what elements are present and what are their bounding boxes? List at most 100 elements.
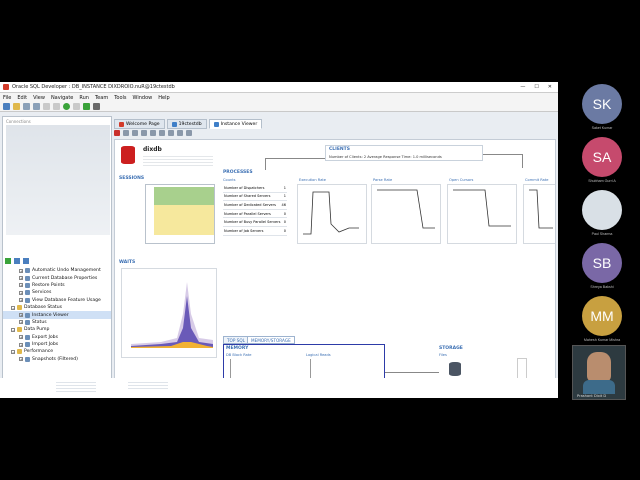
filter-icon[interactable]	[23, 258, 29, 264]
expand-icon[interactable]: +	[19, 357, 23, 362]
files-label: Files	[439, 353, 447, 357]
settings-icon[interactable]	[168, 130, 174, 136]
document-tabs: Welcome Page 19ctestdb Instance Viewer	[114, 119, 263, 129]
refresh-icon[interactable]	[14, 258, 20, 264]
expand-icon[interactable]: +	[19, 298, 23, 303]
expand-icon[interactable]: +	[19, 290, 23, 295]
tree-item[interactable]: + Restore Points	[3, 282, 111, 289]
report-list	[128, 380, 168, 390]
tab-label: Instance Viewer	[220, 121, 258, 127]
processes-section: PROCESSES Counts Execution Rate Parse Ra…	[221, 170, 555, 260]
tree-item[interactable]: + Import Jobs	[3, 341, 111, 348]
save-icon[interactable]	[23, 103, 30, 110]
expand-icon[interactable]: −	[11, 305, 15, 310]
expand-icon[interactable]: −	[11, 327, 15, 332]
process-count-label: Number of Shared Servers	[224, 194, 271, 199]
tab-memory-storage[interactable]: MEMORY/STORAGE	[247, 336, 295, 344]
expand-icon[interactable]: +	[19, 283, 23, 288]
tree-item[interactable]: − Database Status	[3, 304, 111, 311]
back-icon[interactable]	[73, 103, 80, 110]
participant-name: Mahesh Kumar Mishra	[583, 338, 621, 342]
connections-panel: Connections + Automatic Undo Management + C…	[2, 116, 112, 396]
menu-view[interactable]: View	[33, 95, 45, 101]
tree-item[interactable]: − Data Pump	[3, 326, 111, 333]
tree-item[interactable]: + Status	[3, 319, 111, 326]
datafile-icon	[449, 362, 461, 376]
menu-team[interactable]: Team	[95, 95, 108, 101]
tree-item[interactable]: + View Database Feature Usage	[3, 297, 111, 304]
menu-run[interactable]: Run	[79, 95, 89, 101]
layout-icon[interactable]	[186, 130, 192, 136]
participant-tile[interactable]: SA Shubham Gurri A	[570, 137, 634, 190]
lower-panel	[0, 378, 558, 398]
expand-icon[interactable]: +	[19, 268, 23, 273]
participant-tile[interactable]: SB Shreya Bakshi	[570, 243, 634, 296]
tab-19ctestdb[interactable]: 19ctestdb	[166, 119, 207, 129]
stop-icon[interactable]	[114, 130, 120, 136]
clients-box: CLIENTS Number of Clients: 2 Average Res…	[325, 145, 483, 161]
redo-icon[interactable]	[53, 103, 60, 110]
expand-icon[interactable]: +	[19, 335, 23, 340]
debug-icon[interactable]	[93, 103, 100, 110]
close-button[interactable]: ✕	[548, 84, 552, 90]
tree-item[interactable]: + Services	[3, 289, 111, 296]
participant-tile[interactable]: SK Saket Kumar	[570, 84, 634, 137]
new-icon[interactable]	[3, 103, 10, 110]
process-count-label: Number of Parallel Servers	[224, 211, 271, 216]
expand-icon[interactable]: +	[19, 313, 23, 318]
process-count-label: Number of Job Servers	[224, 228, 264, 233]
forward-icon[interactable]	[83, 103, 90, 110]
fit-icon[interactable]	[150, 130, 156, 136]
maximize-button[interactable]: ☐	[534, 84, 538, 90]
shared-screen: Oracle SQL Developer : DB_INSTANCE DIXDR…	[0, 82, 558, 398]
menu-tools[interactable]: Tools	[114, 95, 126, 101]
menu-window[interactable]: Window	[133, 95, 153, 101]
run-icon[interactable]	[63, 103, 70, 110]
tree-item[interactable]: − Performance	[3, 348, 111, 355]
tree-item[interactable]: + Export Jobs	[3, 334, 111, 341]
tree-item-label: Status	[32, 319, 47, 325]
save-all-icon[interactable]	[33, 103, 40, 110]
export-icon[interactable]	[159, 130, 165, 136]
tree-item[interactable]: + Instance Viewer	[3, 311, 111, 319]
tab-top-sql[interactable]: TOP SQL	[223, 336, 249, 344]
participant-name: Shreya Bakshi	[590, 285, 614, 289]
tree-item-label: Restore Points	[32, 282, 65, 288]
sessions-area-active	[154, 187, 214, 205]
expand-icon[interactable]: +	[19, 320, 23, 325]
menu-file[interactable]: File	[3, 95, 11, 101]
expand-icon[interactable]: +	[19, 342, 23, 347]
expand-icon[interactable]: −	[11, 349, 15, 354]
undo-icon[interactable]	[43, 103, 50, 110]
tab-instance-viewer[interactable]: Instance Viewer	[208, 119, 263, 129]
sessions-title: SESSIONS	[119, 176, 145, 181]
tree-item[interactable]: + Automatic Undo Management	[3, 267, 111, 274]
tree-item[interactable]: + Current Database Properties	[3, 274, 111, 281]
process-count-value: 1	[283, 194, 286, 199]
participant-name: Saket Kumar	[591, 126, 613, 130]
zoom-in-icon[interactable]	[132, 130, 138, 136]
speaker-shirt	[583, 380, 615, 394]
participant-tile[interactable]: Paul Sharma	[570, 190, 634, 243]
open-icon[interactable]	[13, 103, 20, 110]
minimize-button[interactable]: —	[520, 84, 525, 90]
process-counts-table: Number of Dispatchers 1 Number of Shared S…	[223, 184, 287, 236]
menu-help[interactable]: Help	[158, 95, 169, 101]
logical-reads-label: Logical Reads	[306, 353, 331, 357]
app-icon	[3, 84, 9, 90]
connector-line	[385, 372, 439, 373]
add-connection-icon[interactable]	[5, 258, 11, 264]
process-count-value: 1	[283, 185, 286, 190]
clients-text: Number of Clients: 2 Average Response Ti…	[329, 155, 442, 159]
menu-navigate[interactable]: Navigate	[51, 95, 73, 101]
menu-edit[interactable]: Edit	[17, 95, 27, 101]
tree-item-label: Database Status	[24, 305, 63, 311]
expand-icon[interactable]: +	[19, 276, 23, 281]
tab-welcome-page[interactable]: Welcome Page	[114, 119, 165, 129]
participant-tile[interactable]: MM Mahesh Kumar Mishra	[570, 296, 634, 349]
node-icon	[25, 297, 30, 303]
zoom-out-icon[interactable]	[141, 130, 147, 136]
pause-icon[interactable]	[123, 130, 129, 136]
tree-item[interactable]: + Snapshots (Filtered)	[3, 356, 111, 363]
refresh-icon[interactable]	[177, 130, 183, 136]
